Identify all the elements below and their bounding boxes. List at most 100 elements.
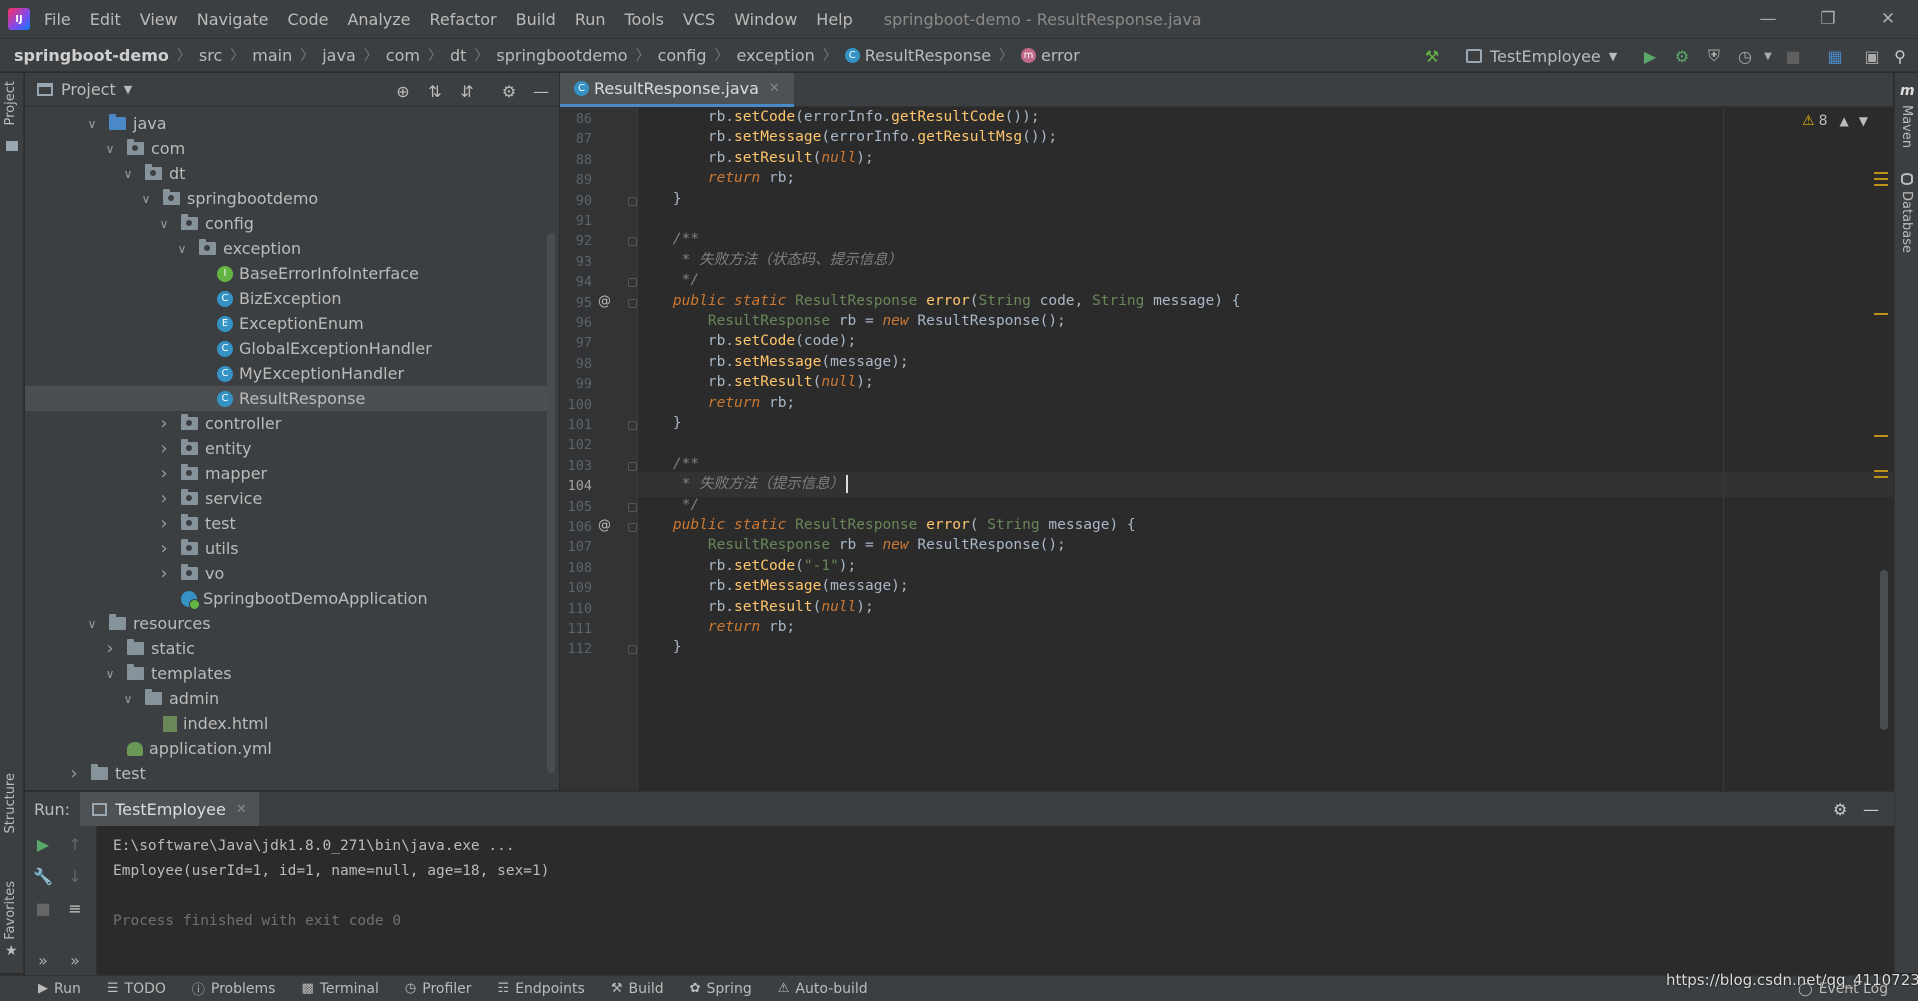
tree-item[interactable]: ∨ com xyxy=(25,136,550,161)
tree-item[interactable]: ∨ admin xyxy=(25,686,550,711)
line-number[interactable]: 98 xyxy=(560,356,592,372)
breadcrumb-class[interactable]: ResultResponse xyxy=(865,46,991,65)
tree-item[interactable]: I BaseErrorInfoInterface xyxy=(25,261,550,286)
build-hammer-icon[interactable]: ⚒ xyxy=(1422,46,1442,66)
warning-stripe[interactable] xyxy=(1874,476,1888,478)
tool-window-maven[interactable]: Maven xyxy=(1899,105,1914,148)
line-number[interactable]: 95 xyxy=(560,295,592,311)
tree-item[interactable]: › controller xyxy=(25,411,550,436)
line-number[interactable]: 102 xyxy=(560,437,592,453)
tree-item[interactable]: › mapper xyxy=(25,461,550,486)
tree-item[interactable]: › service xyxy=(25,486,550,511)
menu-analyze[interactable]: Analyze xyxy=(347,10,410,29)
fold-marker-icon[interactable] xyxy=(628,502,637,512)
line-number[interactable]: 96 xyxy=(560,315,592,331)
menu-view[interactable]: View xyxy=(140,10,178,29)
tree-item[interactable]: index.html xyxy=(25,711,550,736)
tree-item[interactable]: ∨ resources xyxy=(25,611,550,636)
soft-wrap-icon[interactable]: ≡ xyxy=(65,898,85,918)
menu-code[interactable]: Code xyxy=(288,10,329,29)
menu-help[interactable]: Help xyxy=(816,10,852,29)
run-config-select[interactable]: TestEmployee ▼ xyxy=(1466,43,1626,69)
tree-item[interactable]: application.yml xyxy=(25,736,550,761)
warning-stripe[interactable] xyxy=(1874,172,1888,174)
chevron-down-icon[interactable]: ∨ xyxy=(121,692,135,706)
line-number[interactable]: 97 xyxy=(560,335,592,351)
coverage-icon[interactable]: ⛨ xyxy=(1704,46,1724,66)
line-number[interactable]: 100 xyxy=(560,397,592,413)
tree-item[interactable]: › test xyxy=(25,761,550,786)
chevron-right-icon[interactable]: › xyxy=(157,463,171,484)
editor-scrollbar[interactable] xyxy=(1880,570,1888,730)
line-number[interactable]: 107 xyxy=(560,539,592,555)
chevron-right-icon[interactable]: › xyxy=(157,538,171,559)
chevron-down-icon[interactable]: ∨ xyxy=(175,242,189,256)
chevron-down-icon[interactable]: ▼ xyxy=(1758,46,1778,66)
tool-window-structure[interactable]: Structure xyxy=(3,773,18,833)
line-number[interactable]: 87 xyxy=(560,131,592,147)
arrow-down-icon[interactable]: ↓ xyxy=(65,866,85,886)
menu-edit[interactable]: Edit xyxy=(90,10,121,29)
close-window-icon[interactable]: ✕ xyxy=(1858,0,1918,38)
chevron-right-icon[interactable]: › xyxy=(157,438,171,459)
bottom-tab-auto-build[interactable]: ⚠ Auto-build xyxy=(778,981,868,997)
project-structure-icon[interactable]: ▦ xyxy=(1825,46,1845,66)
more-icon[interactable]: » xyxy=(33,950,53,970)
line-number[interactable]: 93 xyxy=(560,254,592,270)
minimize-icon[interactable]: — xyxy=(1738,0,1798,38)
tree-item[interactable]: › utils xyxy=(25,536,550,561)
chevron-right-icon[interactable]: › xyxy=(103,638,117,659)
hide-panel-icon[interactable]: — xyxy=(531,81,551,101)
bottom-tab-endpoints[interactable]: ☶ Endpoints xyxy=(498,981,585,997)
project-view-selector[interactable]: Project xyxy=(61,80,116,99)
scrollbar[interactable] xyxy=(547,233,555,773)
tree-item[interactable]: ∨ java xyxy=(25,111,550,136)
stop-icon[interactable]: ■ xyxy=(33,898,53,918)
menu-build[interactable]: Build xyxy=(516,10,556,29)
tree-item[interactable]: › vo xyxy=(25,561,550,586)
chevron-right-icon[interactable]: › xyxy=(157,413,171,434)
line-number[interactable]: 91 xyxy=(560,213,592,229)
tree-item[interactable]: C ResultResponse xyxy=(25,386,550,411)
locate-icon[interactable]: ⊕ xyxy=(393,81,413,101)
warning-stripe[interactable] xyxy=(1874,470,1888,472)
bottom-tab-run[interactable]: ▶ Run xyxy=(38,981,81,997)
debug-icon[interactable]: ⚙ xyxy=(1672,46,1692,66)
chevron-right-icon[interactable]: › xyxy=(67,763,81,784)
more-icon[interactable]: » xyxy=(65,950,85,970)
bottom-tab-todo[interactable]: ☰ TODO xyxy=(107,981,166,997)
tab-result-response[interactable]: C ResultResponse.java ✕ xyxy=(560,73,794,107)
tree-item[interactable]: ∨ dt xyxy=(25,161,550,186)
menu-vcs[interactable]: VCS xyxy=(683,10,715,29)
fold-marker-icon[interactable] xyxy=(628,421,637,430)
line-number[interactable]: 112 xyxy=(560,641,592,657)
stop-icon[interactable]: ■ xyxy=(1783,46,1803,66)
run-icon[interactable]: ▶ xyxy=(1640,46,1660,66)
tree-item[interactable]: › entity xyxy=(25,436,550,461)
tree-item[interactable]: › test xyxy=(25,511,550,536)
warning-stripe[interactable] xyxy=(1874,313,1888,315)
breadcrumb-project[interactable]: springboot-demo xyxy=(14,46,169,65)
line-number[interactable]: 106 xyxy=(560,519,592,535)
menu-navigate[interactable]: Navigate xyxy=(197,10,269,29)
breadcrumb-com[interactable]: com xyxy=(386,46,420,65)
chevron-down-icon[interactable]: ∨ xyxy=(103,667,117,681)
line-number[interactable]: 86 xyxy=(560,111,592,127)
tree-item[interactable]: › static xyxy=(25,636,550,661)
fold-marker-icon[interactable] xyxy=(628,278,637,288)
chevron-down-icon[interactable]: ▼ xyxy=(1859,114,1868,128)
wrench-icon[interactable]: 🔧 xyxy=(33,866,53,886)
tree-item[interactable]: E ExceptionEnum xyxy=(25,311,550,336)
menu-run[interactable]: Run xyxy=(575,10,606,29)
bottom-tab-profiler[interactable]: ◷ Profiler xyxy=(405,981,472,997)
line-number[interactable]: 89 xyxy=(560,172,592,188)
menu-window[interactable]: Window xyxy=(734,10,797,29)
tree-item[interactable]: C GlobalExceptionHandler xyxy=(25,336,550,361)
hide-panel-icon[interactable]: — xyxy=(1863,800,1879,819)
tree-item[interactable]: ∨ exception xyxy=(25,236,550,261)
chevron-down-icon[interactable]: ▼ xyxy=(124,83,132,96)
run-tab-testemployee[interactable]: TestEmployee ✕ xyxy=(80,791,259,827)
search-icon[interactable]: ⚲ xyxy=(1890,46,1910,66)
breadcrumb-springbootdemo[interactable]: springbootdemo xyxy=(496,46,627,65)
line-number[interactable]: 99 xyxy=(560,376,592,392)
